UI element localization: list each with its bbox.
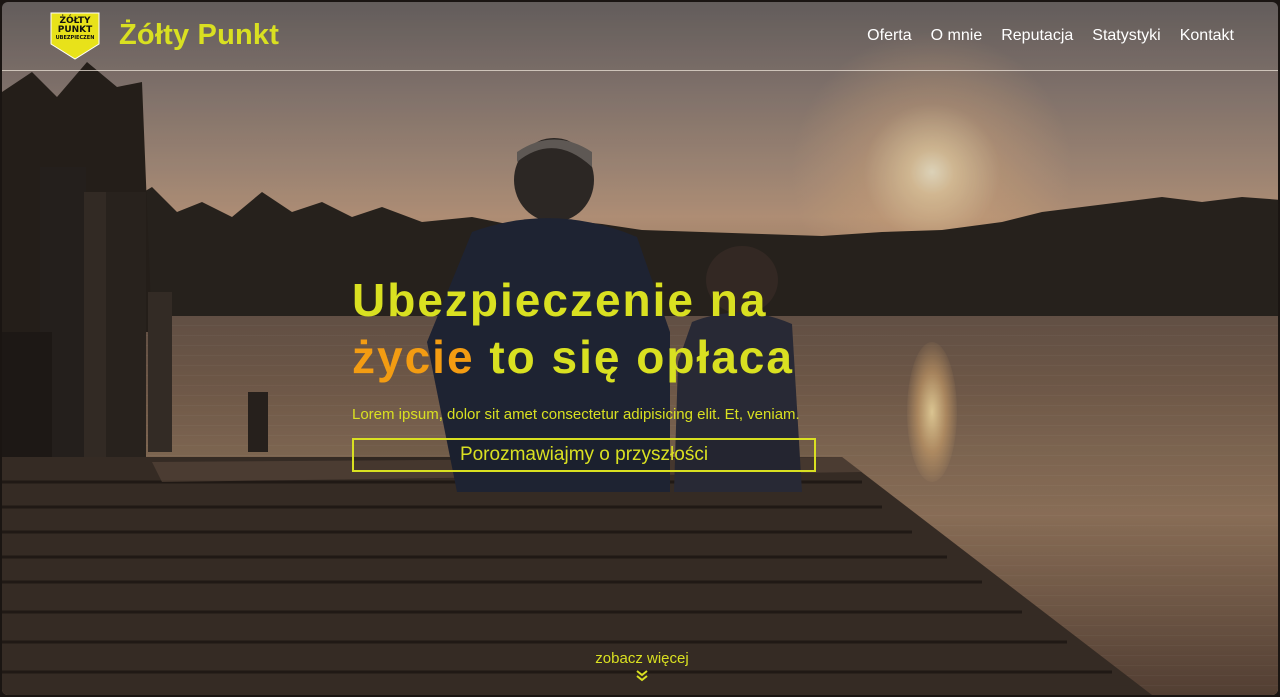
page-frame: ŻÓŁTY PUNKT UBEZPIECZEN Żółty Punkt Ofer… xyxy=(2,2,1278,695)
cta-button[interactable]: Porozmawiajmy o przyszłości xyxy=(352,438,816,472)
navbar: ŻÓŁTY PUNKT UBEZPIECZEN Żółty Punkt Ofer… xyxy=(2,2,1278,71)
nav-menu: Oferta O mnie Reputacja Statystyki Konta… xyxy=(867,27,1234,45)
hero-title: Ubezpieczenie na życie to się opłaca xyxy=(352,272,872,386)
hero-title-line-1: Ubezpieczenie na xyxy=(352,274,768,326)
scroll-more-label: zobacz więcej xyxy=(595,650,689,667)
hero-title-accent: życie xyxy=(352,331,475,383)
hero-section: Ubezpieczenie na życie to się opłaca Lor… xyxy=(352,272,872,472)
nav-link-reputacja[interactable]: Reputacja xyxy=(1001,27,1073,45)
nav-link-kontakt[interactable]: Kontakt xyxy=(1180,27,1234,45)
brand-logo[interactable]: ŻÓŁTY PUNKT UBEZPIECZEN xyxy=(50,12,100,60)
hero-subtitle: Lorem ipsum, dolor sit amet consectetur … xyxy=(352,406,800,423)
nav-link-statystyki[interactable]: Statystyki xyxy=(1092,27,1160,45)
double-chevron-down-icon xyxy=(636,670,648,682)
logo-text-line-2: PUNKT xyxy=(57,25,93,35)
nav-link-oferta[interactable]: Oferta xyxy=(867,27,911,45)
brand-name[interactable]: Żółty Punkt xyxy=(119,19,279,52)
nav-link-o-mnie[interactable]: O mnie xyxy=(931,27,983,45)
logo-text-line-3: UBEZPIECZEN xyxy=(55,35,95,41)
scroll-more-link[interactable]: zobacz więcej xyxy=(542,650,742,683)
hero-title-line-2: to się opłaca xyxy=(489,331,794,383)
